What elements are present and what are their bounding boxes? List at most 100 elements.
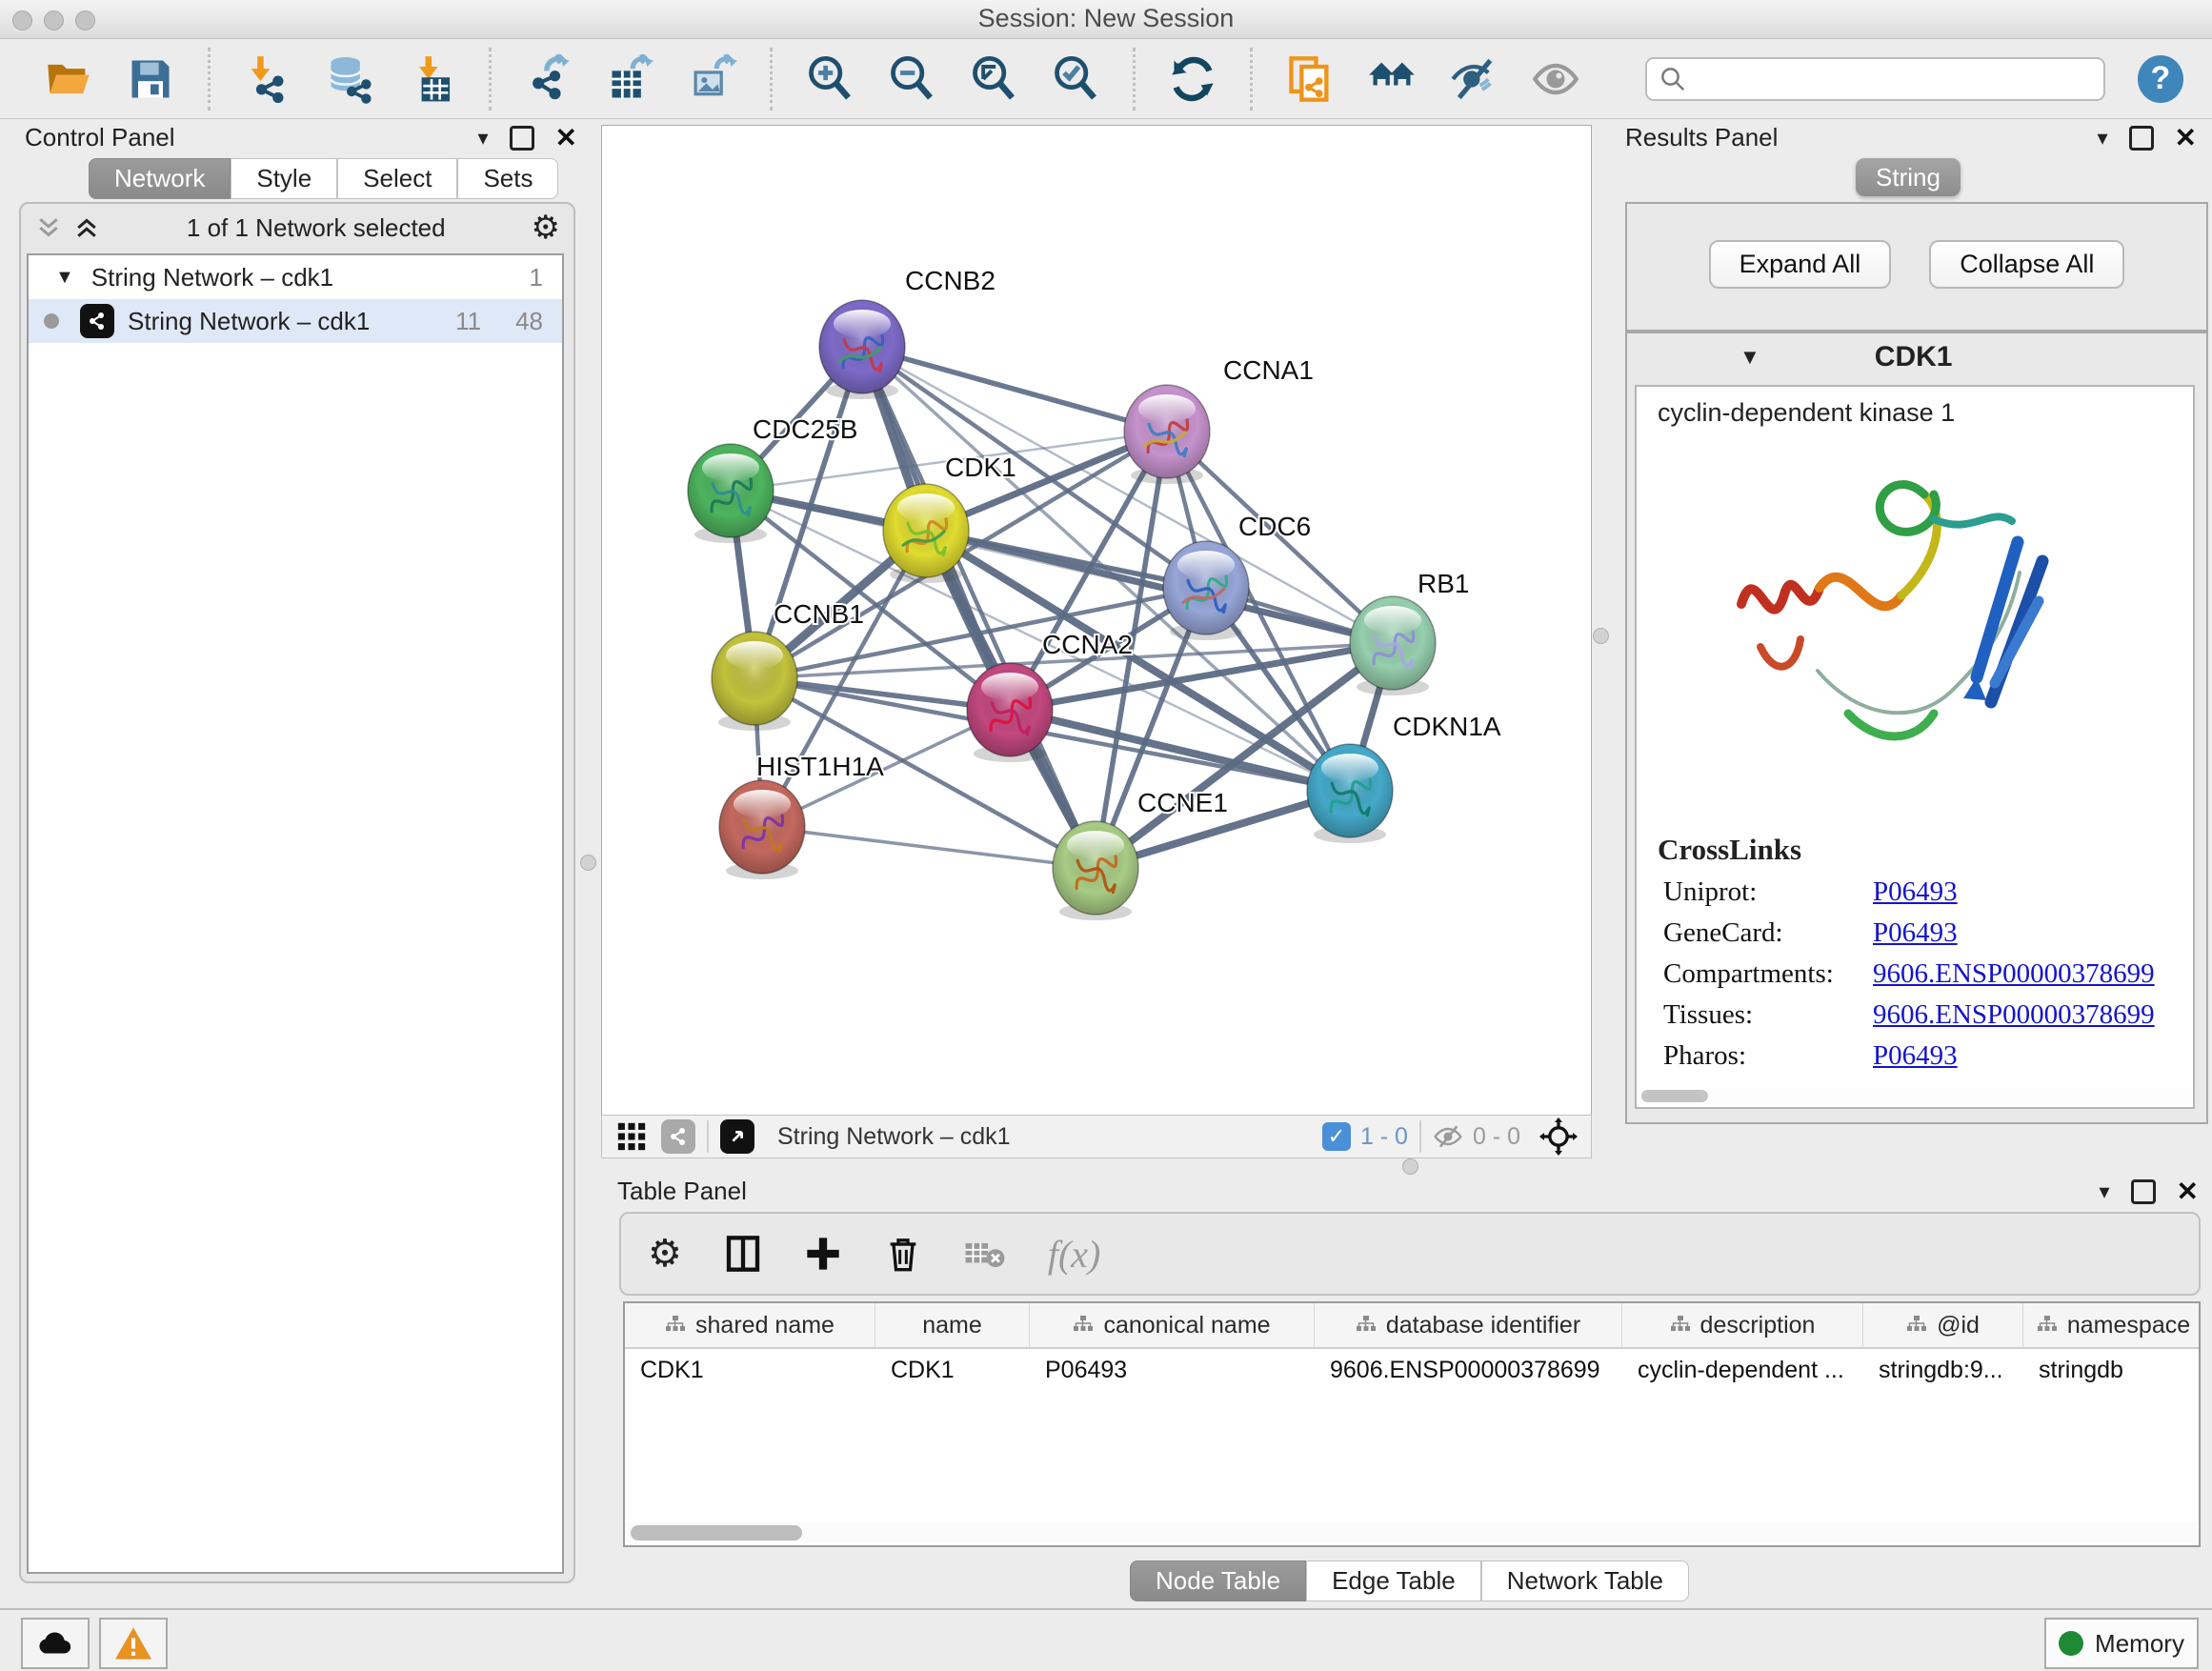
node-CDK1[interactable]: [883, 484, 969, 583]
view-network-icon[interactable]: [661, 1119, 695, 1154]
right-splitter-handle[interactable]: [1593, 628, 1609, 644]
new-network-from-selection-icon[interactable]: [1285, 54, 1335, 104]
crosslink-link[interactable]: P06493: [1873, 876, 1958, 907]
tab-select[interactable]: Select: [337, 158, 457, 199]
export-image-icon[interactable]: [688, 54, 737, 104]
export-table-icon[interactable]: [606, 54, 655, 104]
node-CDC6[interactable]: [1163, 541, 1249, 640]
control-panel-float-icon[interactable]: [510, 126, 534, 151]
table-settings-gear-icon[interactable]: ⚙: [648, 1232, 682, 1276]
cdk1-section-header[interactable]: ▼ CDK1: [1627, 333, 2206, 381]
results-buttons-box: Expand All Collapse All: [1625, 202, 2208, 332]
selected-counts: 1 - 0: [1360, 1123, 1408, 1151]
node-CCNE1[interactable]: [1053, 821, 1138, 920]
column-header-name[interactable]: name: [875, 1303, 1030, 1347]
column-header-database-identifier[interactable]: database identifier: [1315, 1303, 1622, 1347]
export-network-icon[interactable]: [524, 54, 573, 104]
view-grid-icon[interactable]: [615, 1120, 648, 1153]
apply-layout-icon[interactable]: [1168, 54, 1217, 104]
control-panel-close-icon[interactable]: ✕: [555, 122, 577, 153]
create-column-icon[interactable]: [804, 1235, 842, 1273]
node-HIST1H1A[interactable]: [719, 780, 805, 879]
memory-button[interactable]: Memory: [2044, 1618, 2199, 1669]
selected-checkbox-icon[interactable]: ✓: [1322, 1122, 1351, 1151]
expand-all-icon[interactable]: [72, 215, 101, 240]
expand-all-button[interactable]: Expand All: [1709, 240, 1892, 289]
search-input[interactable]: [1687, 64, 2101, 93]
delete-column-icon[interactable]: [884, 1235, 922, 1273]
hide-selected-icon[interactable]: [1449, 54, 1498, 104]
results-tab-string[interactable]: String: [1856, 158, 1961, 196]
warning-button[interactable]: [99, 1618, 168, 1669]
import-network-file-icon[interactable]: [243, 54, 292, 104]
results-panel-close-icon[interactable]: ✕: [2175, 122, 2197, 153]
node-CCNB1[interactable]: [712, 632, 797, 731]
function-builder-icon[interactable]: f(x): [1048, 1232, 1101, 1277]
column-header--id[interactable]: @id: [1863, 1303, 2023, 1347]
tab-sets[interactable]: Sets: [457, 158, 558, 199]
table-row[interactable]: CDK1CDK1P064939606.ENSP00000378699cyclin…: [625, 1349, 2199, 1391]
node-CDKN1A[interactable]: [1307, 744, 1393, 843]
node-CDC25B[interactable]: [688, 444, 774, 543]
cloud-button[interactable]: [21, 1618, 90, 1669]
search-field[interactable]: [1645, 57, 2105, 101]
table-panel-menu-icon[interactable]: ▾: [2099, 1179, 2109, 1204]
control-panel-menu-icon[interactable]: ▾: [477, 126, 488, 151]
left-splitter-handle[interactable]: [580, 855, 596, 871]
help-icon[interactable]: ?: [2138, 55, 2183, 103]
tab-network[interactable]: Network: [89, 158, 231, 199]
table-cell: CDK1: [625, 1349, 875, 1391]
crosslink-label: Pharos:: [1663, 1040, 1873, 1072]
node-CCNB2[interactable]: [819, 300, 905, 399]
crosslink-link[interactable]: 9606.ENSP00000378699: [1873, 958, 2155, 989]
open-session-icon[interactable]: [44, 54, 93, 104]
center-view-icon[interactable]: [1539, 1117, 1578, 1156]
column-header-description[interactable]: description: [1622, 1303, 1863, 1347]
node-RB1[interactable]: [1350, 596, 1436, 695]
crosslink-link[interactable]: P06493: [1873, 1040, 1958, 1071]
bottom-splitter-handle[interactable]: [1402, 1158, 1418, 1175]
tab-style[interactable]: Style: [231, 158, 337, 199]
zoom-fit-icon[interactable]: [969, 54, 1018, 104]
table-panel-float-icon[interactable]: [2131, 1179, 2156, 1204]
node-CCNA1[interactable]: [1124, 385, 1210, 484]
network-options-gear-icon[interactable]: ⚙: [532, 209, 560, 247]
network-collection-row[interactable]: ▼ String Network – cdk1 1: [29, 255, 562, 299]
column-header-shared-name[interactable]: shared name: [625, 1303, 875, 1347]
table-hscrollbar-thumb[interactable]: [631, 1525, 802, 1540]
crosslink-link[interactable]: 9606.ENSP00000378699: [1873, 999, 2155, 1030]
tab-edge-table[interactable]: Edge Table: [1306, 1560, 1481, 1601]
tree-expand-icon[interactable]: ▼: [55, 267, 74, 289]
column-header-namespace[interactable]: namespace: [2023, 1303, 2201, 1347]
control-panel-title: Control Panel: [25, 123, 175, 152]
node-label-CDK1: CDK1: [945, 453, 1016, 482]
tab-node-table[interactable]: Node Table: [1130, 1560, 1306, 1601]
show-all-icon[interactable]: [1531, 54, 1580, 104]
network-row-selected[interactable]: String Network – cdk1 11 48: [29, 299, 562, 343]
control-panel-tabs: NetworkStyleSelectSets: [89, 158, 558, 199]
zoom-out-icon[interactable]: [887, 54, 936, 104]
zoom-in-icon[interactable]: [805, 54, 855, 104]
import-table-file-icon[interactable]: [407, 54, 456, 104]
detach-view-icon[interactable]: [720, 1119, 754, 1154]
show-columns-icon[interactable]: [724, 1235, 762, 1273]
results-hscrollbar-thumb[interactable]: [1641, 1090, 1708, 1102]
table-hscrollbar[interactable]: [627, 1522, 2197, 1543]
save-session-icon[interactable]: [126, 54, 175, 104]
crosslink-link[interactable]: P06493: [1873, 917, 1958, 948]
table-panel-close-icon[interactable]: ✕: [2177, 1176, 2199, 1207]
collapse-all-icon[interactable]: [34, 215, 63, 240]
column-header-canonical-name[interactable]: canonical name: [1030, 1303, 1315, 1347]
section-collapse-icon[interactable]: ▼: [1739, 345, 1760, 370]
network-canvas[interactable]: CCNB2CCNA1CDC25BCDK1CDC6RB1CCNB1CCNA2CDK…: [601, 125, 1592, 1116]
hidden-eye-icon[interactable]: [1433, 1121, 1463, 1152]
import-network-database-icon[interactable]: [325, 54, 374, 104]
results-panel-menu-icon[interactable]: ▾: [2097, 126, 2107, 151]
delete-table-icon[interactable]: [964, 1235, 1006, 1273]
zoom-selected-icon[interactable]: [1051, 54, 1100, 104]
results-hscrollbar[interactable]: [1639, 1088, 2193, 1105]
results-panel-float-icon[interactable]: [2129, 126, 2154, 151]
tab-network-table[interactable]: Network Table: [1481, 1560, 1689, 1601]
first-neighbors-icon[interactable]: [1367, 54, 1417, 104]
collapse-all-button[interactable]: Collapse All: [1929, 240, 2124, 289]
